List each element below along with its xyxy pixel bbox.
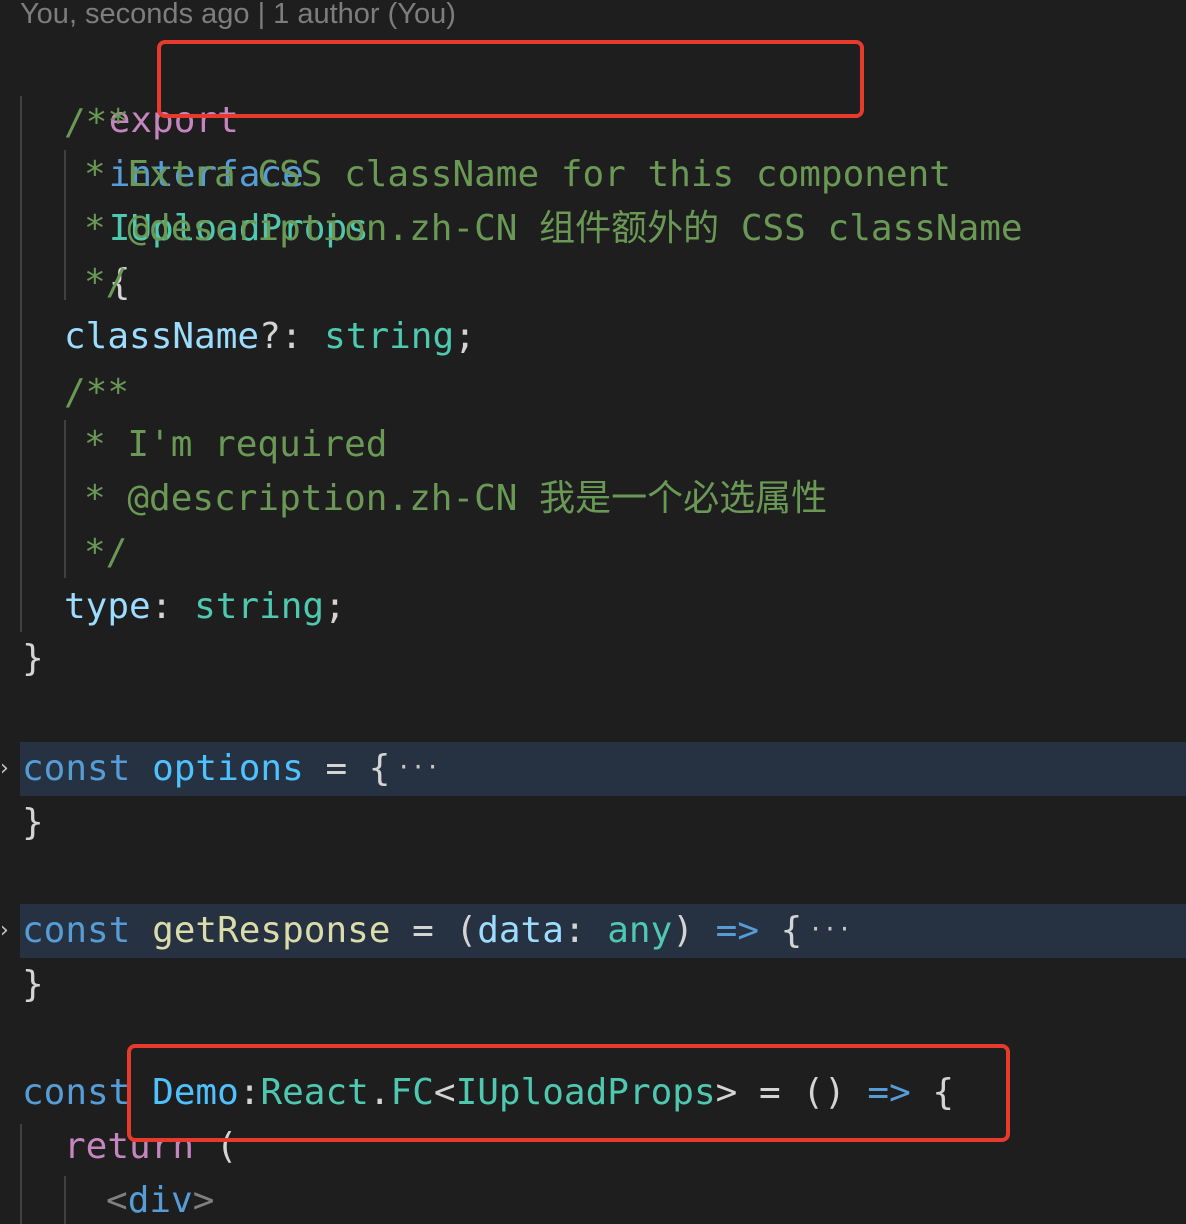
code-text: <div> — [106, 1174, 214, 1224]
function-name: getResponse — [152, 910, 391, 951]
comment-text: * I'm required — [84, 424, 388, 465]
punctuation: ?: — [259, 316, 325, 357]
code-text: const options = {··· — [22, 742, 440, 796]
keyword-const: const — [22, 748, 131, 789]
comment-text: * @description.zh-CN 我是一个必选属性 — [84, 478, 828, 519]
property-name: className — [64, 316, 260, 357]
fold-ellipsis[interactable]: ··· — [808, 904, 851, 954]
comment-text: * @description.zh-CN 组件额外的 CSS className — [84, 208, 1023, 249]
highlight-box-component-type — [127, 1044, 1010, 1142]
punctuation: ) — [672, 910, 716, 951]
parameter-name: data — [477, 910, 564, 951]
punctuation: : — [150, 586, 195, 627]
code-line[interactable]: /** — [0, 366, 1186, 420]
comment-text: /** — [64, 102, 130, 143]
code-line[interactable]: * @description.zh-CN 我是一个必选属性 — [0, 472, 1186, 526]
comment-text: */ — [84, 262, 128, 303]
code-line[interactable]: * @description.zh-CN 组件额外的 CSS className — [0, 202, 1186, 256]
variable-name: options — [152, 748, 304, 789]
code-line[interactable]: } — [0, 958, 1186, 1012]
code-line[interactable]: */ — [0, 526, 1186, 580]
code-line[interactable]: <div> — [0, 1174, 1186, 1224]
tag-bracket: > — [192, 1180, 215, 1221]
punctuation: = { — [303, 748, 391, 789]
keyword-const: const — [22, 910, 131, 951]
closing-brace: } — [22, 802, 44, 843]
punctuation: : — [563, 910, 608, 951]
code-line[interactable]: type: string; — [0, 580, 1186, 634]
git-blame-annotation[interactable]: You, seconds ago | 1 author (You) — [20, 0, 456, 34]
chevron-right-icon[interactable]: › — [0, 742, 16, 796]
type-name: any — [607, 910, 673, 951]
punctuation: = ( — [390, 910, 478, 951]
chevron-right-icon[interactable]: › — [0, 904, 16, 958]
keyword-const: const — [22, 1072, 131, 1113]
code-line-folded[interactable]: const getResponse = (data: any) => {··· — [20, 904, 1186, 958]
type-name: string — [324, 316, 455, 357]
code-line[interactable]: } — [0, 796, 1186, 850]
tag-bracket: < — [106, 1180, 128, 1221]
code-line[interactable]: * Extra CSS className for this component — [0, 148, 1186, 202]
closing-brace: } — [22, 964, 44, 1005]
comment-text: * Extra CSS className for this component — [84, 154, 951, 195]
code-line[interactable]: * I'm required — [0, 418, 1186, 472]
code-line-folded[interactable]: const options = {··· — [20, 742, 1186, 796]
code-line[interactable]: */ — [0, 256, 1186, 310]
code-line[interactable]: } — [0, 632, 1186, 686]
semicolon: ; — [324, 586, 346, 627]
arrow-operator: => — [715, 910, 759, 951]
closing-brace: } — [22, 638, 44, 679]
property-name: type — [64, 586, 151, 627]
code-text: className?: string; — [64, 310, 476, 364]
code-text: const getResponse = (data: any) => {··· — [22, 904, 852, 958]
tag-name: div — [127, 1180, 193, 1221]
code-line[interactable]: className?: string; — [0, 310, 1186, 364]
code-text: type: string; — [64, 580, 346, 634]
semicolon: ; — [454, 316, 476, 357]
brace: { — [759, 910, 803, 951]
comment-text: /** — [64, 372, 130, 413]
fold-ellipsis[interactable]: ··· — [396, 742, 439, 792]
comment-text: */ — [84, 532, 128, 573]
highlight-box-interface — [157, 40, 864, 118]
type-name: string — [194, 586, 325, 627]
